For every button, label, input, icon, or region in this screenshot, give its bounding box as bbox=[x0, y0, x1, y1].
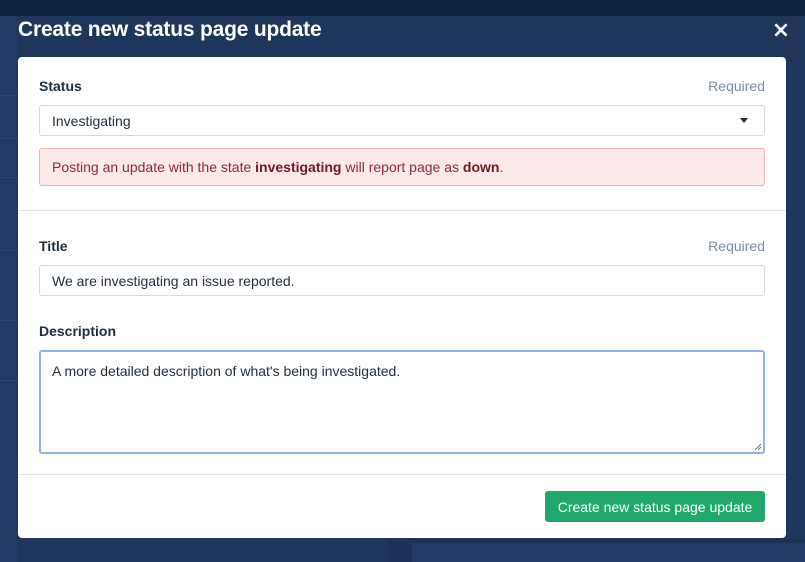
background-divider bbox=[0, 177, 18, 178]
resize-handle-icon[interactable] bbox=[754, 443, 762, 451]
background-panel bbox=[388, 539, 805, 562]
create-update-button[interactable]: Create new status page update bbox=[545, 491, 765, 522]
title-input-value: We are investigating an issue reported. bbox=[52, 272, 295, 289]
title-required-text: Required bbox=[708, 238, 765, 254]
footer-divider bbox=[18, 474, 786, 475]
title-field-header: Title Required bbox=[39, 236, 765, 256]
alert-result: down bbox=[462, 159, 500, 175]
description-value: A more detailed description of what's be… bbox=[52, 363, 401, 379]
background-divider bbox=[0, 320, 18, 321]
modal-title: Create new status page update bbox=[18, 18, 322, 41]
section-divider bbox=[18, 210, 786, 211]
status-required-text: Required bbox=[708, 78, 765, 94]
chevron-down-icon bbox=[740, 118, 748, 123]
status-section: Status Required Investigating Posting an… bbox=[18, 76, 786, 186]
alert-text-before: Posting an update with the state bbox=[52, 159, 256, 175]
background-panel-inner bbox=[412, 543, 805, 562]
status-select[interactable]: Investigating bbox=[39, 105, 765, 136]
alert-state: investigating bbox=[255, 159, 342, 175]
background-divider bbox=[0, 138, 18, 139]
title-label: Title bbox=[39, 238, 68, 254]
alert-text-after: . bbox=[499, 159, 504, 175]
background-sidebar bbox=[0, 16, 18, 562]
status-label: Status bbox=[39, 78, 82, 94]
close-icon[interactable]: × bbox=[770, 20, 792, 42]
background-divider bbox=[0, 380, 18, 381]
alert-text-middle: will report page as bbox=[341, 159, 463, 175]
status-warning-alert: Posting an update with the state investi… bbox=[39, 148, 765, 186]
description-textarea[interactable]: A more detailed description of what's be… bbox=[39, 350, 765, 454]
description-label: Description bbox=[39, 323, 117, 339]
status-selected-value: Investigating bbox=[52, 112, 131, 129]
background-divider bbox=[0, 250, 18, 251]
details-section: Title Required We are investigating an i… bbox=[18, 236, 786, 454]
modal-card: Status Required Investigating Posting an… bbox=[18, 57, 786, 538]
title-input[interactable]: We are investigating an issue reported. bbox=[39, 265, 765, 296]
background-divider bbox=[0, 95, 18, 96]
background-topbar bbox=[0, 0, 805, 16]
status-field-header: Status Required bbox=[39, 76, 765, 96]
description-field-header: Description bbox=[39, 321, 765, 341]
